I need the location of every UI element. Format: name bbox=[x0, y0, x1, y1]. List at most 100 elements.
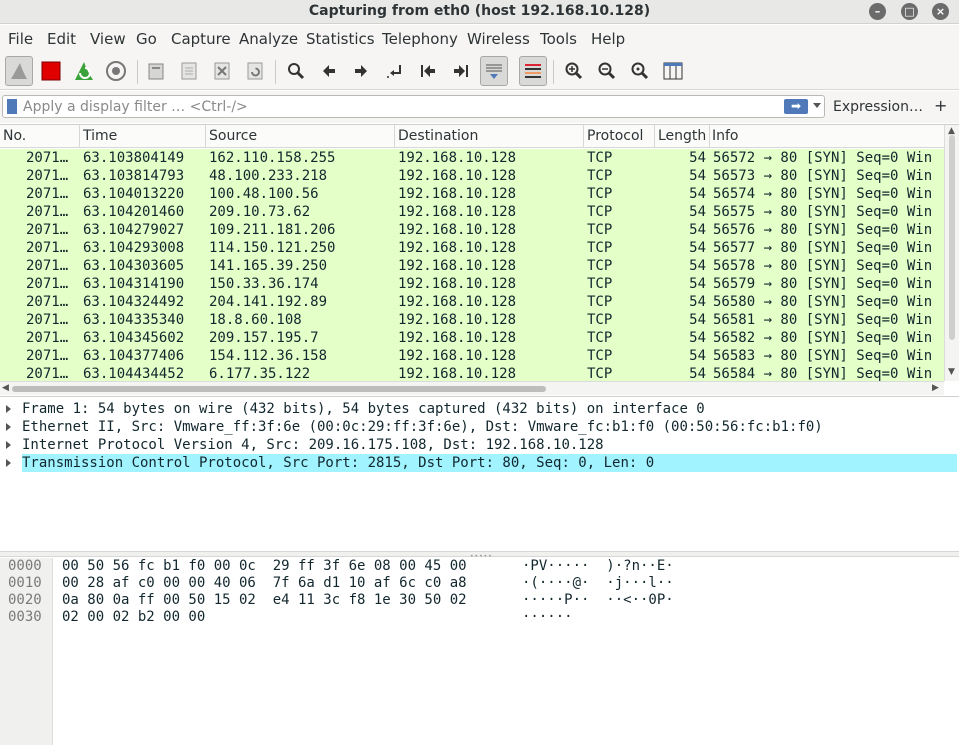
first-packet-button[interactable] bbox=[414, 56, 442, 86]
menu-capture[interactable]: Capture bbox=[171, 30, 231, 48]
column-divider[interactable] bbox=[79, 125, 80, 148]
detail-tree-item[interactable]: Ethernet II, Src: Vmware_ff:3f:6e (00:0c… bbox=[0, 418, 959, 436]
go-to-packet-button[interactable] bbox=[381, 56, 409, 86]
packet-row[interactable]: 2071… 63.104335340 18.8.60.108 192.168.10.1… bbox=[0, 311, 944, 329]
last-packet-button[interactable] bbox=[447, 56, 475, 86]
column-divider[interactable] bbox=[394, 125, 395, 148]
column-divider[interactable] bbox=[654, 125, 655, 148]
detail-tree-item[interactable]: Transmission Control Protocol, Src Port:… bbox=[0, 454, 959, 472]
packet-row[interactable]: 2071… 63.103804149 162.110.158.255 192.168.… bbox=[0, 149, 944, 167]
colorize-button[interactable] bbox=[519, 56, 547, 86]
stop-capture-button[interactable] bbox=[37, 56, 65, 86]
add-filter-button[interactable]: + bbox=[934, 96, 947, 115]
packet-row[interactable]: 2071… 63.104434452 6.177.35.122 192.168.10.… bbox=[0, 365, 944, 381]
packet-row[interactable]: 2071… 63.104013220 100.48.100.56 192.168.10… bbox=[0, 185, 944, 203]
go-forward-button[interactable] bbox=[347, 56, 375, 86]
column-header-length[interactable]: Length bbox=[658, 128, 706, 144]
menu-telephony[interactable]: Telephony bbox=[382, 30, 458, 48]
cell-protocol: TCP bbox=[587, 186, 613, 202]
column-divider[interactable] bbox=[583, 125, 584, 148]
start-capture-button[interactable] bbox=[5, 56, 33, 86]
hex-dump-row[interactable]: 0010 00 28 af c0 00 00 40 06 7f 6a d1 10 … bbox=[0, 575, 959, 592]
scroll-down-icon[interactable]: ▼ bbox=[948, 367, 955, 377]
expand-arrow-icon[interactable] bbox=[6, 459, 11, 467]
column-header-protocol[interactable]: Protocol bbox=[587, 128, 643, 144]
hex-dump-row[interactable]: 0000 00 50 56 fc b1 f0 00 0c 29 ff 3f 6e … bbox=[0, 558, 959, 575]
apply-filter-button[interactable]: ➡ bbox=[784, 99, 808, 114]
packet-row[interactable]: 2071… 63.104293008 114.150.121.250 192.168.… bbox=[0, 239, 944, 257]
cell-length: 54 bbox=[689, 150, 706, 166]
expand-arrow-icon[interactable] bbox=[6, 405, 11, 413]
filter-history-dropdown-icon[interactable] bbox=[813, 103, 821, 108]
column-header-no[interactable]: No. bbox=[3, 128, 26, 144]
column-header-source[interactable]: Source bbox=[209, 128, 257, 144]
packet-row[interactable]: 2071… 63.104303605 141.165.39.250 192.168.1… bbox=[0, 257, 944, 275]
normal-size-button[interactable] bbox=[626, 56, 654, 86]
menu-wireless[interactable]: Wireless bbox=[467, 30, 530, 48]
cell-destination: 192.168.10.128 bbox=[398, 294, 517, 310]
save-file-button[interactable] bbox=[175, 56, 203, 86]
hex-dump-row[interactable]: 0020 0a 80 0a ff 00 50 15 02 e4 11 3c f8 … bbox=[0, 592, 959, 609]
scrollbar-thumb[interactable] bbox=[949, 135, 955, 340]
packet-row[interactable]: 2071… 63.104324492 204.141.192.89 192.168.1… bbox=[0, 293, 944, 311]
cell-no: 2071… bbox=[26, 366, 69, 381]
maximize-button[interactable]: □ bbox=[901, 3, 918, 20]
menu-tools[interactable]: Tools bbox=[540, 30, 577, 48]
bookmark-icon[interactable] bbox=[7, 99, 17, 114]
zoom-out-button[interactable] bbox=[593, 56, 621, 86]
close-button[interactable]: × bbox=[932, 3, 949, 20]
cell-destination: 192.168.10.128 bbox=[398, 240, 517, 256]
column-header-destination[interactable]: Destination bbox=[398, 128, 478, 144]
go-back-button[interactable] bbox=[315, 56, 343, 86]
zoom-in-button[interactable] bbox=[560, 56, 588, 86]
packet-row[interactable]: 2071… 63.104377406 154.112.36.158 192.168.1… bbox=[0, 347, 944, 365]
detail-tree-item[interactable]: Internet Protocol Version 4, Src: 209.16… bbox=[0, 436, 959, 454]
column-header-time[interactable]: Time bbox=[83, 128, 117, 144]
menu-help[interactable]: Help bbox=[591, 30, 625, 48]
cell-time: 63.104434452 bbox=[83, 366, 185, 381]
resize-columns-button[interactable] bbox=[659, 56, 687, 86]
find-packet-button[interactable] bbox=[282, 56, 310, 86]
detail-tree-item[interactable]: Frame 1: 54 bytes on wire (432 bits), 54… bbox=[0, 400, 959, 418]
close-file-button[interactable] bbox=[208, 56, 236, 86]
menu-edit[interactable]: Edit bbox=[47, 30, 76, 48]
restart-capture-button[interactable] bbox=[70, 56, 98, 86]
display-filter-input[interactable] bbox=[23, 97, 763, 116]
pane-splitter[interactable]: ••••• bbox=[0, 551, 959, 560]
packet-row[interactable]: 2071… 63.104345602 209.157.195.7 192.168.10… bbox=[0, 329, 944, 347]
packet-row[interactable]: 2071… 63.104314190 150.33.36.174 192.168.10… bbox=[0, 275, 944, 293]
cell-source: 114.150.121.250 bbox=[209, 240, 336, 256]
cell-time: 63.104335340 bbox=[83, 312, 185, 328]
packet-list-horizontal-scrollbar[interactable]: ◀ ▶ bbox=[0, 381, 944, 395]
packet-details-pane: Frame 1: 54 bytes on wire (432 bits), 54… bbox=[0, 396, 959, 550]
cell-time: 63.103814793 bbox=[83, 168, 185, 184]
expand-arrow-icon[interactable] bbox=[6, 423, 11, 431]
capture-options-button[interactable] bbox=[102, 56, 130, 86]
minimize-button[interactable]: – bbox=[869, 3, 886, 20]
column-divider[interactable] bbox=[205, 125, 206, 148]
scrollbar-thumb[interactable] bbox=[12, 386, 546, 392]
column-header-info[interactable]: Info bbox=[712, 128, 739, 144]
packet-row[interactable]: 2071… 63.104201460 209.10.73.62 192.168.10.… bbox=[0, 203, 944, 221]
menu-statistics[interactable]: Statistics bbox=[306, 30, 375, 48]
menu-file[interactable]: File bbox=[8, 30, 33, 48]
cell-source: 150.33.36.174 bbox=[209, 276, 319, 292]
menu-analyze[interactable]: Analyze bbox=[239, 30, 298, 48]
expand-arrow-icon[interactable] bbox=[6, 441, 11, 449]
menu-view[interactable]: View bbox=[90, 30, 126, 48]
packet-list-vertical-scrollbar[interactable]: ▲ ▼ bbox=[944, 125, 959, 381]
autoscroll-button[interactable] bbox=[480, 56, 508, 86]
scroll-left-icon[interactable]: ◀ bbox=[2, 383, 9, 393]
scroll-right-icon[interactable]: ▶ bbox=[932, 383, 939, 393]
cell-length: 54 bbox=[689, 330, 706, 346]
expression-button[interactable]: Expression… bbox=[833, 99, 923, 115]
column-divider[interactable] bbox=[709, 125, 710, 148]
hex-dump-row[interactable]: 0030 02 00 02 b2 00 00 ······ bbox=[0, 609, 959, 626]
packet-row[interactable]: 2071… 63.103814793 48.100.233.218 192.168.1… bbox=[0, 167, 944, 185]
cell-no: 2071… bbox=[26, 150, 69, 166]
reload-file-button[interactable] bbox=[241, 56, 269, 86]
cell-info: 56583 → 80 [SYN] Seq=0 Win bbox=[713, 348, 933, 364]
packet-row[interactable]: 2071… 63.104279027 109.211.181.206 192.168.… bbox=[0, 221, 944, 239]
menu-go[interactable]: Go bbox=[136, 30, 157, 48]
open-file-button[interactable] bbox=[142, 56, 170, 86]
